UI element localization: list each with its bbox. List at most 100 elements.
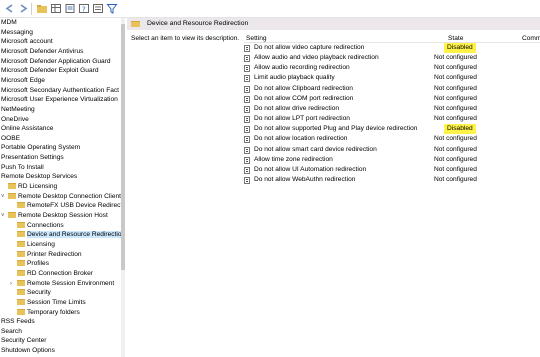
setting-row[interactable]: Do not allow video capture redirection Di… (242, 43, 540, 53)
setting-row[interactable]: Do not allow UI Automation redirection No… (242, 165, 540, 175)
tree-item[interactable]: RD Connection Broker (17, 269, 93, 279)
properties-icon[interactable] (92, 3, 104, 14)
setting-row[interactable]: Do not allow LPT port redirection Not con… (242, 114, 540, 124)
tree-item[interactable]: Licensing (17, 240, 55, 250)
setting-name: Do not allow UI Automation redirection (254, 165, 367, 173)
tree-item[interactable]: Microsoft Edge (1, 76, 45, 86)
tree-item[interactable]: NetMeeting (1, 105, 35, 115)
filter-icon[interactable] (106, 3, 118, 14)
tree-item[interactable]: OOBE (1, 134, 20, 144)
policy-setting-icon (244, 75, 250, 83)
tree-item[interactable]: Profiles (17, 259, 49, 269)
policy-setting-icon (244, 166, 250, 174)
tree-item[interactable]: Messaging (1, 28, 33, 38)
back-icon[interactable] (4, 3, 16, 14)
tree-item[interactable]: Session Time Limits (17, 298, 86, 308)
policy-setting-icon (244, 176, 250, 184)
folder-icon (17, 269, 25, 276)
tree-item-label: RD Connection Broker (27, 269, 93, 277)
tree-item[interactable]: Microsoft account (1, 37, 53, 47)
tree-item-label: MDM (1, 19, 17, 26)
open-folder-icon[interactable] (36, 3, 48, 14)
setting-state: Not configured (434, 84, 477, 92)
setting-state: Not configured (434, 94, 477, 102)
tree-item-label: Remote Session Environment (27, 279, 115, 287)
tree-item[interactable]: ˅ Remote Desktop Connection Client (1, 192, 121, 202)
tree-item[interactable]: Microsoft Defender Application Guard (1, 57, 111, 67)
tree-item[interactable]: MDM (1, 18, 17, 28)
tree-item[interactable]: Security (17, 288, 51, 298)
folder-icon (17, 308, 25, 315)
policy-setting-icon (244, 136, 250, 144)
tree-item[interactable]: Remote Desktop Services (1, 172, 77, 182)
policy-setting-icon (244, 105, 250, 113)
setting-state: Not configured (434, 64, 477, 72)
setting-row[interactable]: Do not allow COM port redirection Not con… (242, 94, 540, 104)
tree-item-label: Temporary folders (27, 308, 80, 316)
setting-row[interactable]: Do not allow drive redirection Not config… (242, 104, 540, 114)
setting-state: Not configured (434, 135, 477, 143)
tree-item-label: Microsoft User Experience Virtualization (1, 96, 118, 104)
tree-item[interactable]: Microsoft Defender Antivirus (1, 47, 83, 57)
tree-item[interactable]: OneDrive (1, 115, 29, 125)
tree-item[interactable]: Printer Redirection (17, 250, 82, 260)
tree-item-label: NetMeeting (1, 105, 35, 113)
setting-row[interactable]: Allow audio recording redirection Not con… (242, 63, 540, 73)
tree-item-label: RSS Feeds (1, 318, 35, 326)
setting-name: Allow audio and video playback redirecti… (254, 54, 379, 62)
tree-item[interactable]: Connections (17, 221, 64, 231)
tree-item[interactable]: ˅ Remote Desktop Session Host (1, 211, 108, 221)
setting-row[interactable]: Do not allow Clipboard redirection Not co… (242, 84, 540, 94)
tree-item[interactable]: Microsoft Defender Exploit Guard (1, 66, 98, 76)
tree-item-label: Microsoft Defender Application Guard (1, 57, 111, 65)
setting-row[interactable]: Allow time zone redirection Not configure… (242, 155, 540, 165)
tree-item[interactable]: Security Center (1, 336, 46, 346)
setting-state: Not configured (434, 54, 477, 62)
setting-name: Do not allow drive redirection (254, 104, 340, 112)
tree-item[interactable]: RemoteFX USB Device Redirection (17, 201, 121, 211)
tree-item[interactable]: Shutdown Options (1, 346, 55, 356)
grid-view-icon[interactable] (50, 3, 62, 14)
tree-item-label: Microsoft Edge (1, 76, 45, 84)
tree-item-label: Online Assistance (1, 125, 54, 133)
tree-item[interactable]: Push To Install (1, 163, 44, 173)
tree-item-label: OOBE (1, 134, 21, 142)
tree-item[interactable]: Portable Operating System (1, 143, 80, 153)
setting-name: Do not allow location redirection (254, 135, 348, 143)
policy-setting-icon (244, 146, 250, 154)
tree-item[interactable]: Search (1, 327, 22, 337)
forward-icon[interactable] (17, 3, 29, 14)
tree-item-label: OneDrive (1, 115, 29, 123)
chevron-down-icon[interactable]: ˅ (1, 192, 5, 202)
tree-item[interactable]: › Remote Session Environment (10, 279, 115, 289)
export-list-icon[interactable] (64, 3, 76, 14)
folder-icon (17, 279, 25, 286)
tree-item-label: Remote Desktop Session Host (18, 212, 108, 219)
tree-scrollbar-thumb[interactable] (121, 24, 125, 270)
setting-row[interactable]: Do not allow smart card device redirecti… (242, 145, 540, 155)
setting-state: Disabled (444, 43, 476, 53)
tree-item-label: Printer Redirection (27, 250, 82, 258)
setting-row[interactable]: Allow audio and video playback redirecti… (242, 53, 540, 63)
setting-row[interactable]: Do not allow supported Plug and Play dev… (242, 124, 540, 135)
help-icon[interactable]: ? (78, 3, 90, 14)
tree-item[interactable]: Presentation Settings (1, 153, 64, 163)
tree-item-label: Push To Install (1, 163, 44, 171)
tree-item[interactable]: Device and Resource Redirection (17, 230, 121, 240)
chevron-down-icon[interactable]: ˅ (1, 211, 5, 221)
setting-row[interactable]: Limit audio playback quality Not configur… (242, 73, 540, 83)
tree-item[interactable]: Microsoft Secondary Authentication Fact (1, 86, 119, 96)
chevron-right-icon[interactable]: › (10, 279, 12, 289)
tree-item[interactable]: Microsoft User Experience Virtualization (1, 95, 118, 105)
setting-row[interactable]: Do not allow location redirection Not con… (242, 134, 540, 144)
tree-item[interactable]: RD Licensing (8, 182, 57, 192)
setting-row[interactable]: Do not allow WebAuthn redirection Not con… (242, 175, 540, 185)
tree-item[interactable]: RSS Feeds (1, 317, 35, 327)
setting-state: Not configured (434, 165, 477, 173)
tree-item[interactable]: Online Assistance (1, 124, 53, 134)
tree-item-label: Licensing (27, 240, 55, 248)
tree-item[interactable]: Temporary folders (17, 308, 80, 318)
folder-icon (17, 202, 25, 209)
setting-name: Do not allow LPT port redirection (254, 115, 350, 123)
tree-item-label: Microsoft Defender Exploit Guard (1, 67, 99, 75)
